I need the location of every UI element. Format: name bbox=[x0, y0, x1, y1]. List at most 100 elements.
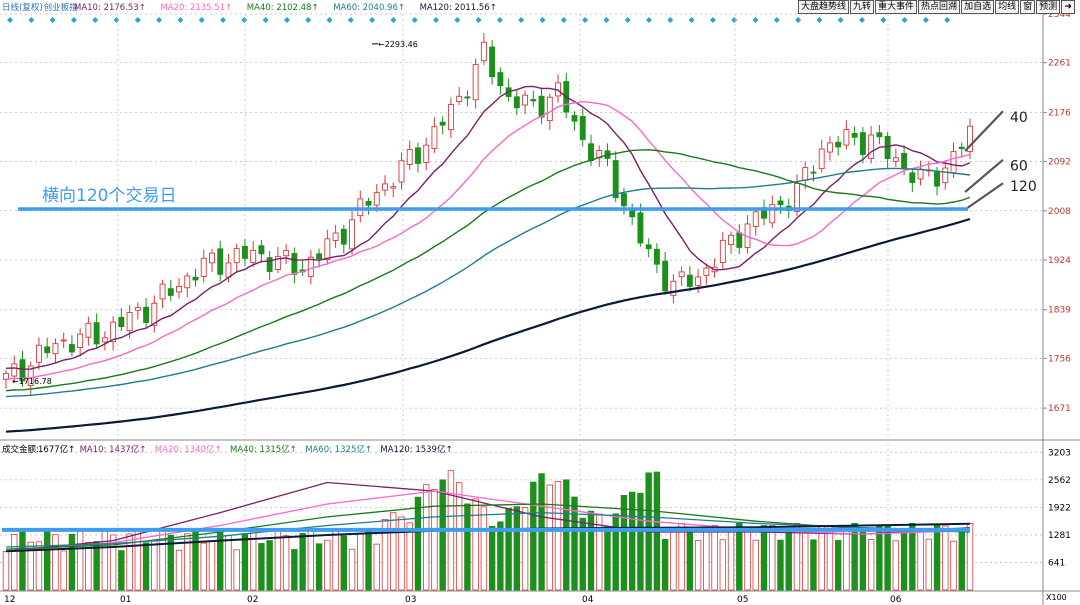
moving-average-button[interactable]: 均线 bbox=[995, 0, 1020, 14]
volume-bar bbox=[225, 535, 232, 591]
candle-body bbox=[497, 72, 504, 87]
volume-bar bbox=[834, 540, 842, 591]
price-header-item-6: MA120: 2011.56↑ bbox=[420, 3, 497, 13]
volume-bar bbox=[876, 524, 883, 591]
volume-bar bbox=[19, 529, 26, 591]
window-button[interactable]: 窗 bbox=[1020, 0, 1036, 14]
volume-bar bbox=[2, 550, 10, 591]
candle-body bbox=[818, 148, 825, 170]
month-label: 01 bbox=[120, 595, 131, 605]
candle-body bbox=[653, 248, 660, 265]
candle-body bbox=[382, 183, 388, 191]
candle-body bbox=[942, 167, 949, 184]
volume-header-item-1: 1677亿↑ bbox=[38, 444, 75, 455]
volume-bar bbox=[497, 521, 504, 591]
forecast-button[interactable]: 预测 bbox=[1036, 0, 1061, 14]
candle-body bbox=[209, 252, 215, 264]
volume-bar bbox=[332, 529, 339, 591]
candle-body bbox=[176, 286, 182, 293]
hotspot-review-button[interactable]: 热点回溯 bbox=[918, 0, 961, 14]
volume-bar bbox=[769, 525, 776, 591]
curve-label-40: 40 bbox=[1010, 110, 1028, 126]
volume-bar bbox=[357, 532, 364, 591]
candle-body bbox=[192, 276, 199, 281]
candle-body bbox=[11, 363, 18, 377]
arrow-right-icon[interactable]: ➜ bbox=[1061, 0, 1076, 14]
volume-bar bbox=[719, 539, 727, 591]
candle-body bbox=[719, 239, 726, 263]
volume-bar bbox=[340, 535, 348, 591]
volume-bar bbox=[752, 539, 759, 591]
candle-body bbox=[365, 200, 372, 206]
candle-body bbox=[332, 232, 339, 241]
candle-body bbox=[892, 157, 899, 162]
volume-bar bbox=[612, 513, 619, 591]
nine-turn-button[interactable]: 九转 bbox=[850, 0, 875, 14]
volume-bar bbox=[958, 530, 965, 591]
candle-body bbox=[406, 149, 413, 165]
volume-tick-label: 1281 bbox=[1048, 531, 1071, 541]
volume-bar bbox=[324, 539, 331, 591]
volume-bar bbox=[101, 529, 109, 591]
volume-bar bbox=[439, 479, 446, 591]
volume-tick-label: 1922 bbox=[1048, 503, 1071, 513]
trend-line-button[interactable]: 大盘趋势线 bbox=[798, 0, 850, 14]
price-tick-label: 2176 bbox=[1048, 108, 1071, 118]
price-header-item-3: MA20: 2135.51↑ bbox=[160, 3, 232, 13]
candle-body bbox=[794, 182, 800, 212]
volume-bar bbox=[151, 540, 158, 591]
price-tick-label: 2092 bbox=[1048, 158, 1071, 168]
price-tick-label: 2008 bbox=[1048, 207, 1071, 217]
candle-body bbox=[398, 160, 405, 183]
volume-bar bbox=[892, 540, 900, 591]
major-events-button[interactable]: 重大事件 bbox=[875, 0, 918, 14]
candle-body bbox=[283, 250, 290, 257]
candle-body bbox=[620, 193, 627, 207]
volume-bar bbox=[859, 531, 867, 591]
candle-body bbox=[802, 167, 809, 181]
candle-body bbox=[101, 337, 108, 343]
candle-body bbox=[835, 141, 842, 148]
volume-header-item-5: MA60: 1325亿↑ bbox=[305, 444, 372, 455]
candle-body bbox=[85, 322, 92, 338]
volume-bar bbox=[348, 548, 356, 591]
candle-body bbox=[258, 245, 265, 255]
volume-bar bbox=[966, 523, 974, 591]
candle-body bbox=[843, 129, 850, 146]
volume-bar bbox=[925, 538, 933, 591]
candle-body bbox=[118, 316, 125, 328]
candle-body bbox=[612, 160, 619, 199]
candle-body bbox=[826, 142, 833, 153]
volume-bar bbox=[736, 522, 743, 591]
volume-bar bbox=[802, 531, 809, 591]
volume-header-item-3: MA20: 1340亿↑ bbox=[155, 444, 222, 455]
candle-body bbox=[241, 245, 248, 259]
volume-bar bbox=[867, 539, 875, 591]
highlight-label: 横向120个交易日 bbox=[42, 186, 176, 206]
price-header-item-2: MA10: 2176.53↑ bbox=[74, 3, 146, 13]
toolbar: 大盘趋势线 九转 重大事件 热点回溯 加自选 均线 窗 预测 ➜ bbox=[798, 0, 1076, 14]
candle-body bbox=[250, 249, 257, 263]
price-header-item-5: MA60: 2040.96↑ bbox=[333, 3, 405, 13]
candle-body bbox=[876, 132, 883, 138]
volume-bar bbox=[785, 531, 792, 591]
price-tick-label: 1924 bbox=[1048, 256, 1071, 266]
candle-body bbox=[134, 307, 141, 311]
volume-bar bbox=[480, 506, 488, 591]
volume-bar bbox=[200, 542, 207, 591]
candle-body bbox=[909, 172, 916, 183]
candle-body bbox=[324, 238, 331, 261]
candle-body bbox=[349, 219, 356, 250]
candle-body bbox=[233, 248, 240, 264]
volume-bar bbox=[390, 512, 397, 591]
candle-body bbox=[316, 253, 323, 260]
volume-bar bbox=[917, 531, 924, 591]
volume-bar bbox=[241, 533, 249, 591]
add-favorite-button[interactable]: 加自选 bbox=[961, 0, 995, 14]
candle-body bbox=[728, 234, 735, 246]
candle-body bbox=[629, 209, 636, 218]
volume-bar bbox=[727, 531, 735, 591]
candle-body bbox=[340, 228, 347, 245]
candle-body bbox=[934, 170, 940, 187]
month-label: 05 bbox=[737, 595, 748, 605]
